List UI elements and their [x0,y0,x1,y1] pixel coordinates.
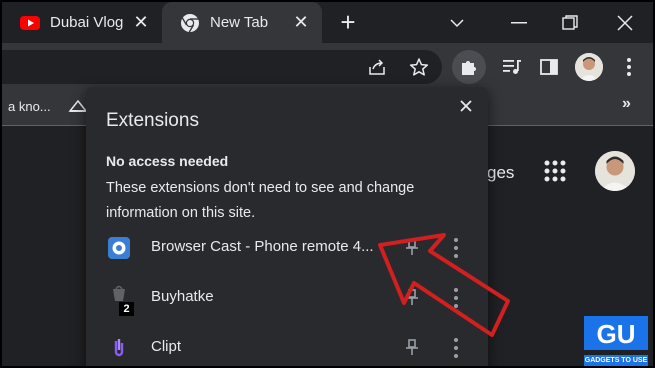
watermark-logo: GU GADGETS TO USE [584,316,648,366]
tab-new-tab[interactable]: New Tab ✕ [162,2,322,43]
account-avatar[interactable] [595,151,635,191]
address-bar[interactable] [2,50,442,84]
minimize-icon[interactable] [494,2,544,43]
bookmark-item[interactable]: a kno... [8,99,51,114]
share-icon[interactable] [363,53,391,81]
browser-cast-icon [108,237,130,259]
extension-badge: 2 [119,302,134,316]
extensions-puzzle-icon[interactable] [452,50,486,84]
tab-search-chevron-icon[interactable] [432,2,482,43]
close-window-icon[interactable] [600,2,650,43]
restore-icon[interactable] [545,2,595,43]
close-tab-icon[interactable]: ✕ [132,13,150,31]
extension-name: Browser Cast - Phone remote 4... [151,238,374,255]
side-panel-icon[interactable] [535,53,563,81]
popup-title: Extensions [106,110,199,131]
close-icon[interactable] [456,96,476,116]
annotation-arrow-icon [378,233,510,337]
close-tab-icon[interactable]: ✕ [292,13,310,31]
images-link[interactable]: ges [487,163,514,183]
gadgets-to-use-logo-icon: GU [584,316,648,350]
youtube-icon [20,15,40,30]
extension-name: Clipt [151,338,182,355]
watermark-text: GADGETS TO USE [584,355,648,366]
menu-kebab-icon[interactable] [615,53,643,81]
browser-window: Dubai Vlog ✕ New Tab ✕ + a kno... » ges … [0,0,655,368]
tab-title: Dubai Vlog [50,14,124,31]
svg-text:GU: GU [597,319,636,349]
extension-name: Buyhatke [151,288,214,305]
profile-avatar[interactable] [575,53,603,81]
chrome-icon [181,13,199,32]
media-queue-icon[interactable] [498,53,526,81]
section-heading: No access needed [106,153,229,169]
section-description: These extensions don't need to see and c… [106,180,415,221]
tab-dubai-vlog[interactable]: Dubai Vlog ✕ [2,2,162,43]
new-tab-plus-icon[interactable]: + [337,9,359,35]
tab-title: New Tab [210,14,269,31]
clipt-icon [114,339,124,357]
bookmarks-overflow-icon[interactable]: » [622,95,631,113]
toolbar [2,43,653,89]
bookmark-star-icon[interactable] [405,53,433,81]
bookmark-favicon-icon[interactable] [68,99,88,113]
tab-strip: Dubai Vlog ✕ New Tab ✕ + [2,2,653,43]
google-apps-grid-icon[interactable] [543,159,567,183]
